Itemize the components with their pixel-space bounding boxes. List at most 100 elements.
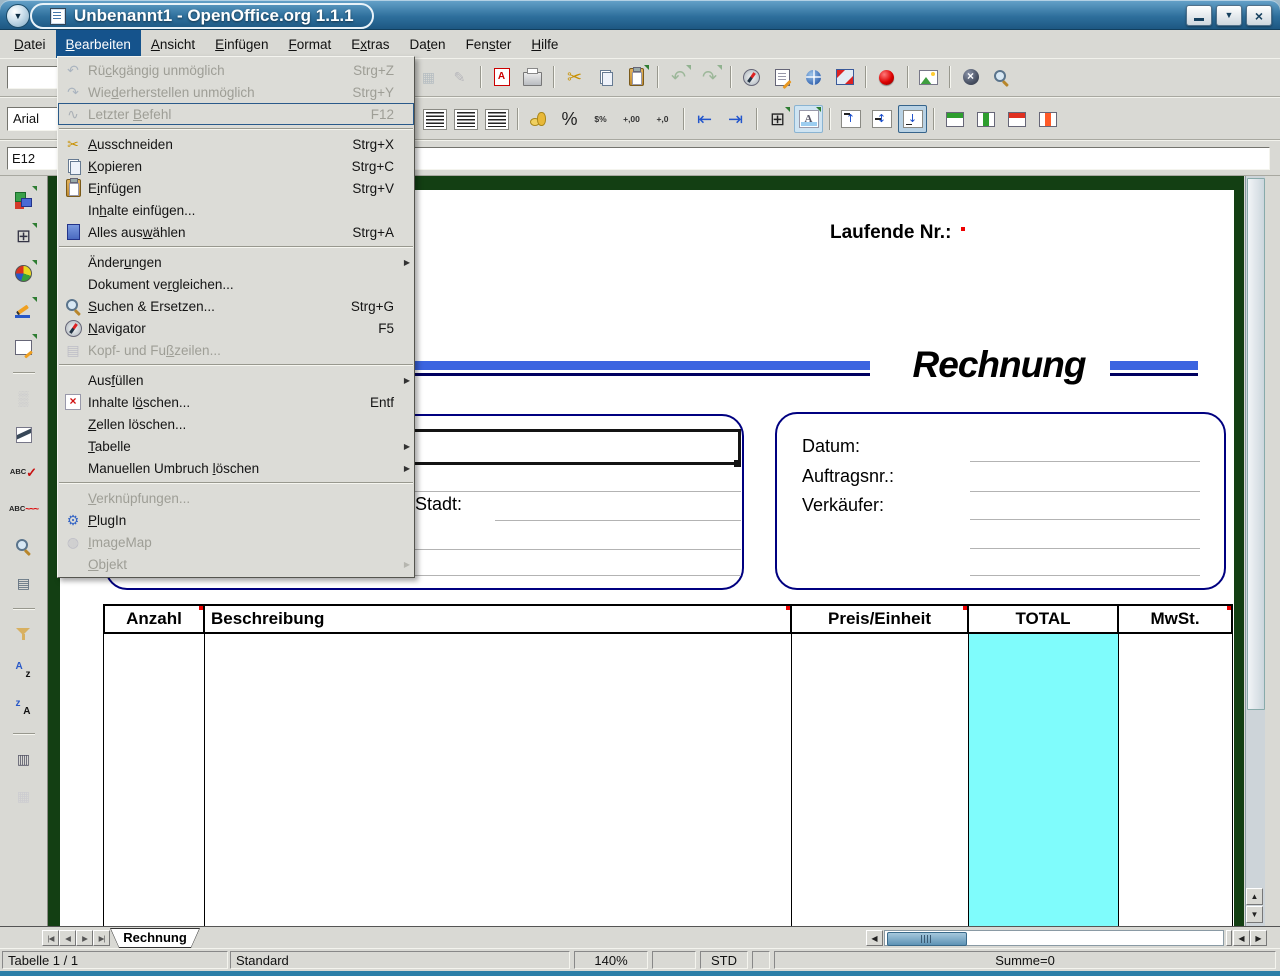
delete-decimal-icon[interactable]: +,0 xyxy=(648,105,677,133)
menu-extras[interactable]: Extras xyxy=(341,30,399,58)
menu-item-inhalte-einfügen[interactable]: Inhalte einfügen... xyxy=(58,199,414,221)
insert-object-icon[interactable] xyxy=(9,184,39,214)
menu-item-wiederherstellen-unmöglich[interactable]: ↷Wiederherstellen unmöglichStrg+Y xyxy=(58,81,414,103)
menu-item-einfügen[interactable]: EinfügenStrg+V xyxy=(58,177,414,199)
number-percent-icon[interactable]: % xyxy=(555,105,584,133)
menu-ansicht[interactable]: Ansicht xyxy=(141,30,205,58)
items-table-body[interactable] xyxy=(103,634,1233,926)
sheet-prev-button[interactable]: ◀ xyxy=(59,930,76,946)
insert-chart-icon[interactable] xyxy=(9,258,39,288)
hscroll-left-button[interactable]: ◀ xyxy=(866,930,883,946)
zoom-page-icon[interactable] xyxy=(830,63,859,91)
align-center-vertical-icon[interactable] xyxy=(867,105,896,133)
insert-column-icon[interactable] xyxy=(971,105,1000,133)
auto-spellcheck-icon[interactable] xyxy=(9,494,39,524)
hscroll-left-button-2[interactable]: ◀ xyxy=(1233,930,1250,946)
update-icon[interactable]: ▦ xyxy=(9,781,39,811)
record-changes-icon[interactable] xyxy=(872,63,901,91)
menu-item-alles-auswählen[interactable]: Alles auswählenStrg+A xyxy=(58,221,414,243)
menu-item-navigator[interactable]: NavigatorF5 xyxy=(58,317,414,339)
copy-icon[interactable] xyxy=(591,63,620,91)
menu-hilfe[interactable]: Hilfe xyxy=(521,30,568,58)
hyperlink-icon[interactable] xyxy=(799,63,828,91)
menu-datei[interactable]: Datei xyxy=(4,30,56,58)
stop-loading-icon[interactable] xyxy=(956,63,985,91)
vertical-scrollbar[interactable] xyxy=(1245,176,1265,926)
delete-row-icon[interactable] xyxy=(1002,105,1031,133)
menu-item-manuellen-umbruch-löschen[interactable]: Manuellen Umbruch löschen▶ xyxy=(58,457,414,479)
align-top-icon[interactable] xyxy=(836,105,865,133)
undo-icon[interactable]: ↶ xyxy=(664,63,693,91)
zoom-icon[interactable] xyxy=(987,63,1016,91)
menu-daten[interactable]: Daten xyxy=(400,30,456,58)
increase-indent-icon[interactable]: ⇥ xyxy=(721,105,750,133)
gallery-icon[interactable] xyxy=(914,63,943,91)
selection-handle[interactable] xyxy=(734,460,741,467)
borders-icon[interactable]: ⊞ xyxy=(763,105,792,133)
minimize-button[interactable] xyxy=(1186,5,1212,26)
autofilter-icon[interactable] xyxy=(9,619,39,649)
menu-item-tabelle[interactable]: Tabelle▶ xyxy=(58,435,414,457)
align-justify-icon[interactable] xyxy=(482,105,511,133)
scroll-up-button[interactable]: ▲ xyxy=(1246,888,1263,905)
form-controls-icon[interactable] xyxy=(9,332,39,362)
stylist-icon[interactable] xyxy=(768,63,797,91)
menu-item-ausschneiden[interactable]: ✂AusschneidenStrg+X xyxy=(58,133,414,155)
spellcheck-icon[interactable] xyxy=(9,457,39,487)
vertical-scrollbar-thumb[interactable] xyxy=(1247,178,1265,710)
paste-icon[interactable] xyxy=(622,63,651,91)
menu-item-plugin[interactable]: ⚙PlugIn xyxy=(58,509,414,531)
menu-item-kopieren[interactable]: KopierenStrg+C xyxy=(58,155,414,177)
group-icon[interactable]: ▥ xyxy=(9,744,39,774)
insert-applet-icon[interactable]: ▒ xyxy=(9,383,39,413)
edit-file-icon[interactable]: ✎ xyxy=(445,63,474,91)
split-handle[interactable] xyxy=(1226,930,1232,946)
menu-item-inhalte-löschen[interactable]: Inhalte löschen...Entf xyxy=(58,391,414,413)
menu-item-kopf-und-fußzeilen[interactable]: ▤Kopf- und Fußzeilen... xyxy=(58,339,414,361)
draw-functions-icon[interactable] xyxy=(9,295,39,325)
align-bottom-icon[interactable] xyxy=(898,105,927,133)
maximize-button[interactable]: ▼ xyxy=(1216,5,1242,26)
cell-reference-box[interactable]: E12 xyxy=(7,147,61,170)
cut-icon[interactable]: ✂ xyxy=(560,63,589,91)
navigator-icon[interactable] xyxy=(737,63,766,91)
menu-item-dokument-vergleichen[interactable]: Dokument vergleichen... xyxy=(58,273,414,295)
scroll-down-button[interactable]: ▼ xyxy=(1246,906,1263,923)
number-currency-icon[interactable] xyxy=(524,105,553,133)
menu-item-rückgängig-unmöglich[interactable]: ↶Rückgängig unmöglichStrg+Z xyxy=(58,59,414,81)
print-file-icon[interactable] xyxy=(518,63,547,91)
sheet-tab-rechnung[interactable]: Rechnung xyxy=(110,928,200,948)
menu-item-imagemap[interactable]: ◍ImageMap xyxy=(58,531,414,553)
menu-format[interactable]: Format xyxy=(278,30,341,58)
menu-item-objekt[interactable]: Objekt▶ xyxy=(58,553,414,575)
menu-item-ausfüllen[interactable]: Ausfüllen▶ xyxy=(58,369,414,391)
find-replace-icon[interactable] xyxy=(9,531,39,561)
align-center-icon[interactable] xyxy=(420,105,449,133)
decrease-indent-icon[interactable]: ⇤ xyxy=(690,105,719,133)
sheet-next-button[interactable]: ▶ xyxy=(76,930,93,946)
export-pdf-icon[interactable] xyxy=(487,63,516,91)
menu-item-letzter-befehl[interactable]: ∿Letzter BefehlF12 xyxy=(58,103,414,125)
menu-item-zellen-löschen[interactable]: Zellen löschen... xyxy=(58,413,414,435)
window-menu-button[interactable]: ▼ xyxy=(6,4,30,28)
redo-icon[interactable]: ↷ xyxy=(695,63,724,91)
data-sources-icon[interactable]: ▤ xyxy=(9,568,39,598)
delete-column-icon[interactable] xyxy=(1033,105,1062,133)
menu-bearbeiten[interactable]: Bearbeiten xyxy=(56,30,141,58)
sort-descending-icon[interactable] xyxy=(9,693,39,723)
hscroll-right-button[interactable]: ▶ xyxy=(1250,930,1267,946)
align-right-icon[interactable] xyxy=(451,105,480,133)
horizontal-scrollbar-thumb[interactable] xyxy=(887,932,967,946)
sort-ascending-icon[interactable] xyxy=(9,656,39,686)
close-button[interactable]: × xyxy=(1246,5,1272,26)
menu-item-suchen-ersetzen[interactable]: Suchen & Ersetzen...Strg+G xyxy=(58,295,414,317)
formula-input[interactable] xyxy=(414,147,1270,170)
horizontal-scrollbar[interactable] xyxy=(884,930,1224,946)
format-paintbrush-icon[interactable] xyxy=(9,420,39,450)
save-icon[interactable]: ▦ xyxy=(414,63,443,91)
menu-fenster[interactable]: Fenster xyxy=(456,30,522,58)
background-color-icon[interactable] xyxy=(794,105,823,133)
insert-row-icon[interactable] xyxy=(940,105,969,133)
sheet-first-button[interactable]: |◀ xyxy=(42,930,59,946)
sheet-last-button[interactable]: ▶| xyxy=(93,930,110,946)
